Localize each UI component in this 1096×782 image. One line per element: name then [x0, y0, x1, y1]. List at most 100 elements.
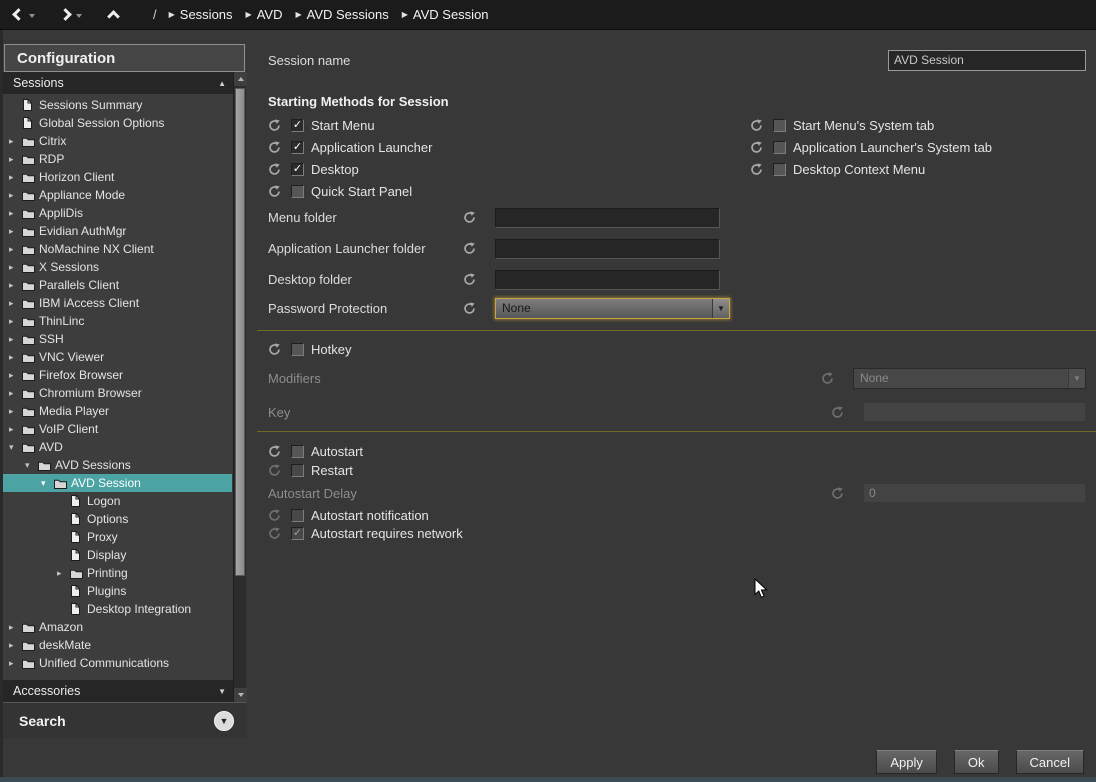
- expand-arrow-icon[interactable]: ▸: [9, 168, 22, 186]
- desktop-context-menu-checkbox[interactable]: [773, 163, 786, 176]
- breadcrumb-item-avd-session[interactable]: ▶AVD Session: [402, 7, 489, 22]
- tree-item-horizon-client[interactable]: ▸Horizon Client: [3, 168, 232, 186]
- expand-arrow-icon[interactable]: ▸: [9, 402, 22, 420]
- tree-item-proxy[interactable]: Proxy: [3, 528, 232, 546]
- tree-item-nomachine-nx-client[interactable]: ▸NoMachine NX Client: [3, 240, 232, 258]
- expand-arrow-icon[interactable]: ▸: [9, 240, 22, 258]
- tree-item-avd[interactable]: ▾AVD: [3, 438, 232, 456]
- dropdown-arrow-icon[interactable]: ▼: [712, 299, 729, 318]
- forward-icon[interactable]: [59, 8, 72, 21]
- reset-icon[interactable]: [463, 273, 476, 286]
- tree-item-appliance-mode[interactable]: ▸Appliance Mode: [3, 186, 232, 204]
- expand-arrow-icon[interactable]: ▸: [9, 348, 22, 366]
- tree-item-applidis[interactable]: ▸AppliDis: [3, 204, 232, 222]
- apply-button[interactable]: Apply: [876, 750, 937, 774]
- tree-item-citrix[interactable]: ▸Citrix: [3, 132, 232, 150]
- tree-item-amazon[interactable]: ▸Amazon: [3, 618, 232, 636]
- reset-icon[interactable]: [268, 119, 281, 132]
- tree-item-parallels-client[interactable]: ▸Parallels Client: [3, 276, 232, 294]
- expand-arrow-icon[interactable]: ▸: [9, 294, 22, 312]
- tree-item-thinlinc[interactable]: ▸ThinLinc: [3, 312, 232, 330]
- expand-arrow-icon[interactable]: ▾: [41, 474, 54, 492]
- reset-icon[interactable]: [268, 445, 281, 458]
- scrollbar-thumb[interactable]: [235, 88, 245, 576]
- tree-item-plugins[interactable]: Plugins: [3, 582, 232, 600]
- application-launcher-s-system-tab-checkbox[interactable]: [773, 141, 786, 154]
- expand-arrow-icon[interactable]: ▸: [9, 132, 22, 150]
- tree-item-avd-sessions[interactable]: ▾AVD Sessions: [3, 456, 232, 474]
- tree-item-ibm-iaccess-client[interactable]: ▸IBM iAccess Client: [3, 294, 232, 312]
- expand-arrow-icon[interactable]: ▸: [9, 618, 22, 636]
- reset-icon[interactable]: [268, 141, 281, 154]
- reset-icon[interactable]: [463, 211, 476, 224]
- ok-button[interactable]: Ok: [954, 750, 999, 774]
- menu-folder-input[interactable]: [495, 208, 720, 228]
- reset-icon[interactable]: [463, 242, 476, 255]
- password-protection-select[interactable]: None ▼: [495, 298, 730, 319]
- tree-item-vnc-viewer[interactable]: ▸VNC Viewer: [3, 348, 232, 366]
- tree-scrollbar[interactable]: [233, 72, 246, 702]
- forward-history-caret-icon[interactable]: [76, 14, 82, 18]
- up-level-icon[interactable]: [107, 10, 120, 23]
- reset-icon[interactable]: [750, 163, 763, 176]
- expand-arrow-icon[interactable]: ▾: [9, 438, 22, 456]
- session-name-input[interactable]: [888, 50, 1086, 71]
- tree-item-chromium-browser[interactable]: ▸Chromium Browser: [3, 384, 232, 402]
- expand-arrow-icon[interactable]: ▸: [9, 636, 22, 654]
- desktop-folder-input[interactable]: [495, 270, 720, 290]
- application-launcher-checkbox[interactable]: ✓: [291, 141, 304, 154]
- tree-item-deskmate[interactable]: ▸deskMate: [3, 636, 232, 654]
- scroll-down-icon[interactable]: [234, 688, 247, 702]
- back-history-caret-icon[interactable]: [29, 14, 35, 18]
- start-menu-checkbox[interactable]: ✓: [291, 119, 304, 132]
- tree-item-firefox-browser[interactable]: ▸Firefox Browser: [3, 366, 232, 384]
- search-expand-icon[interactable]: ▼: [214, 711, 234, 731]
- tree-item-printing[interactable]: ▸Printing: [3, 564, 232, 582]
- sidebar-section-accessories[interactable]: Accessories ▼: [3, 680, 246, 702]
- tree-item-voip-client[interactable]: ▸VoIP Client: [3, 420, 232, 438]
- reset-icon[interactable]: [268, 185, 281, 198]
- breadcrumb-item-avd[interactable]: ▶AVD: [246, 7, 283, 22]
- tree-item-media-player[interactable]: ▸Media Player: [3, 402, 232, 420]
- tree-item-avd-session[interactable]: ▾AVD Session: [3, 474, 232, 492]
- sidebar-section-search[interactable]: Search ▼: [3, 702, 246, 738]
- reset-icon[interactable]: [750, 141, 763, 154]
- expand-arrow-icon[interactable]: ▸: [9, 330, 22, 348]
- expand-arrow-icon[interactable]: ▾: [25, 456, 38, 474]
- expand-arrow-icon[interactable]: ▸: [9, 276, 22, 294]
- tree-item-sessions-summary[interactable]: Sessions Summary: [3, 96, 232, 114]
- quick-start-panel-checkbox[interactable]: [291, 185, 304, 198]
- start-menu-s-system-tab-checkbox[interactable]: [773, 119, 786, 132]
- expand-arrow-icon[interactable]: ▸: [9, 204, 22, 222]
- tree-item-ssh[interactable]: ▸SSH: [3, 330, 232, 348]
- tree-item-display[interactable]: Display: [3, 546, 232, 564]
- tree-item-logon[interactable]: Logon: [3, 492, 232, 510]
- reset-icon[interactable]: [268, 343, 281, 356]
- scroll-up-icon[interactable]: [234, 72, 247, 86]
- expand-arrow-icon[interactable]: ▸: [9, 312, 22, 330]
- autostart-checkbox[interactable]: [291, 445, 304, 458]
- expand-arrow-icon[interactable]: ▸: [57, 564, 70, 582]
- sidebar-section-sessions[interactable]: Sessions ▲: [3, 72, 246, 94]
- tree-item-global-session-options[interactable]: Global Session Options: [3, 114, 232, 132]
- tree-item-x-sessions[interactable]: ▸X Sessions: [3, 258, 232, 276]
- expand-arrow-icon[interactable]: ▸: [9, 420, 22, 438]
- expand-arrow-icon[interactable]: ▸: [9, 258, 22, 276]
- reset-icon[interactable]: [750, 119, 763, 132]
- expand-arrow-icon[interactable]: ▸: [9, 150, 22, 168]
- tree-item-desktop-integration[interactable]: Desktop Integration: [3, 600, 232, 618]
- expand-arrow-icon[interactable]: ▸: [9, 222, 22, 240]
- tree-item-unified-communications[interactable]: ▸Unified Communications: [3, 654, 232, 672]
- tree-item-evidian-authmgr[interactable]: ▸Evidian AuthMgr: [3, 222, 232, 240]
- reset-icon[interactable]: [268, 163, 281, 176]
- application-launcher-folder-input[interactable]: [495, 239, 720, 259]
- back-icon[interactable]: [12, 8, 25, 21]
- expand-arrow-icon[interactable]: ▸: [9, 186, 22, 204]
- tree-item-rdp[interactable]: ▸RDP: [3, 150, 232, 168]
- breadcrumb-item-avd-sessions[interactable]: ▶AVD Sessions: [295, 7, 388, 22]
- cancel-button[interactable]: Cancel: [1016, 750, 1084, 774]
- desktop-checkbox[interactable]: ✓: [291, 163, 304, 176]
- tree-item-options[interactable]: Options: [3, 510, 232, 528]
- hotkey-checkbox[interactable]: [291, 343, 304, 356]
- reset-icon[interactable]: [463, 302, 476, 315]
